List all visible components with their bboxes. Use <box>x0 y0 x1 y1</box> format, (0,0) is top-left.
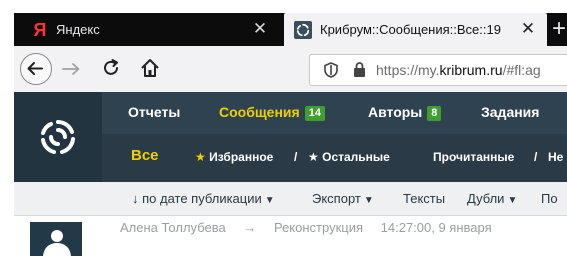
submenu-read[interactable]: Прочитанные <box>433 150 514 164</box>
message-list: Алена Толлубева → Реконструкция 14:27:00… <box>14 216 567 256</box>
duplicates-dropdown[interactable]: Дубли ▼ <box>467 191 517 206</box>
lock-icon[interactable] <box>353 61 366 83</box>
back-button[interactable] <box>20 53 52 85</box>
message-arrow: → <box>243 220 257 235</box>
message-target[interactable]: Реконструкция <box>274 220 363 235</box>
duplicates-label: Дубли <box>467 191 505 206</box>
menu-item-label: Авторы <box>368 104 423 120</box>
home-icon <box>141 59 159 77</box>
user-icon <box>43 230 71 256</box>
avatar[interactable] <box>30 222 82 256</box>
sort-dropdown[interactable]: ↓ по дате публикации ▼ <box>132 191 275 206</box>
message-author[interactable]: Алена Толлубева <box>120 220 226 235</box>
sub-menu: Все ★ Избранное / ★ Остальные Прочитанны… <box>102 134 567 182</box>
texts-button[interactable]: Тексты <box>403 191 445 206</box>
tab-title: Яндекс <box>56 22 100 37</box>
url-bar[interactable]: https://my.kribrum.ru/#fl:ag <box>309 54 567 86</box>
submenu-all[interactable]: Все <box>131 147 159 164</box>
reload-icon <box>104 59 118 75</box>
url-scheme: https://my. <box>376 62 440 78</box>
caret-down-icon: ▼ <box>264 195 275 206</box>
submenu-others[interactable]: ★ Остальные <box>308 150 390 164</box>
close-icon[interactable]: ✕ <box>519 20 537 38</box>
shield-icon[interactable] <box>324 62 338 83</box>
kribrum-logo-icon <box>41 120 75 154</box>
forward-button[interactable] <box>60 58 82 85</box>
submenu-divider: / <box>534 150 538 164</box>
url-path: /#fl:ag <box>502 62 541 78</box>
sort-arrow-icon: ↓ <box>132 191 139 206</box>
caret-down-icon: ▼ <box>507 195 518 206</box>
browser-tab-strip: Я Яндекс ✕ Крибрум::Сообщения::Все::19 ✕… <box>14 13 567 46</box>
message-time: 14:27:00, 9 января <box>380 220 492 235</box>
tab-yandex[interactable]: Я Яндекс ✕ <box>14 13 279 46</box>
menu-item-label: Отчеты <box>128 104 181 120</box>
close-icon[interactable]: ✕ <box>251 20 269 38</box>
main-menu: Отчеты Сообщения 14 Авторы 8 Задания <box>102 92 567 134</box>
star-icon: ★ <box>195 150 206 164</box>
forward-arrow-icon <box>62 63 80 75</box>
url-domain: kribrum.ru <box>439 62 503 78</box>
new-tab-icon[interactable]: + <box>552 15 566 43</box>
site-header: Отчеты Сообщения 14 Авторы 8 Задания Все ★… <box>14 92 567 182</box>
star-icon: ★ <box>308 150 319 164</box>
menu-item-messages[interactable]: Сообщения 14 <box>219 104 325 121</box>
menu-item-authors[interactable]: Авторы 8 <box>368 104 442 121</box>
reload-button[interactable] <box>100 57 122 84</box>
menu-item-tasks[interactable]: Задания <box>481 104 539 120</box>
export-dropdown[interactable]: Экспорт ▼ <box>312 191 374 206</box>
authors-count-badge: 8 <box>427 106 442 121</box>
caret-down-icon: ▼ <box>363 195 374 206</box>
url-text[interactable]: https://my.kribrum.ru/#fl:ag <box>376 62 541 78</box>
submenu-unread[interactable]: Не <box>548 150 563 164</box>
submenu-favorites[interactable]: ★ Избранное <box>195 150 273 164</box>
navigation-toolbar: https://my.kribrum.ru/#fl:ag <box>14 46 567 93</box>
message-meta: Алена Толлубева → Реконструкция 14:27:00… <box>120 220 506 235</box>
tab-kribrum[interactable]: Крибрум::Сообщения::Все::19 ✕ <box>284 13 547 46</box>
tab-title: Крибрум::Сообщения::Все::19 <box>320 22 501 37</box>
menu-item-label: Задания <box>481 104 540 120</box>
home-button[interactable] <box>138 56 162 85</box>
menu-item-label: Сообщения <box>219 104 300 120</box>
sort-label: по дате публикации <box>142 191 262 206</box>
submenu-favorites-label: Избранное <box>209 150 274 164</box>
filter-item-partial[interactable]: По <box>541 191 558 206</box>
yandex-icon: Я <box>33 19 47 40</box>
filter-bar: ↓ по дате публикации ▼ Экспорт ▼ Тексты Ду… <box>14 182 567 216</box>
submenu-others-label: Остальные <box>322 150 390 164</box>
menu-item-reports[interactable]: Отчеты <box>128 104 180 120</box>
back-arrow-icon <box>27 62 43 75</box>
submenu-divider: / <box>294 150 298 164</box>
kribrum-logo[interactable] <box>14 92 102 182</box>
export-label: Экспорт <box>312 191 361 206</box>
kribrum-icon <box>294 20 312 39</box>
messages-count-badge: 14 <box>304 106 325 121</box>
